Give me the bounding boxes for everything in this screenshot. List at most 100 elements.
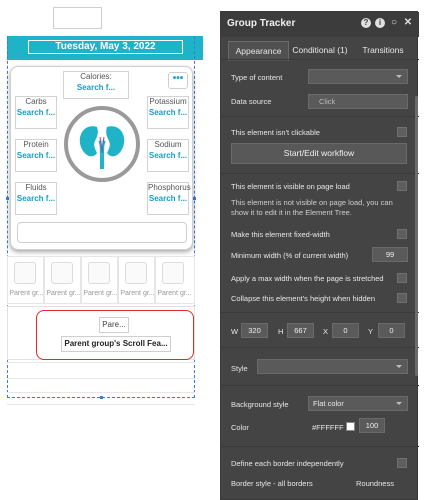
close-icon[interactable]: ✕ [403,18,413,28]
roundness-label: Roundness [356,479,394,488]
repeating-group-cell[interactable]: Parent gr... [118,256,155,304]
info-icon[interactable]: i [375,18,385,28]
color-opacity-input[interactable]: 100 [359,418,385,433]
x-input[interactable]: 0 [332,323,359,338]
protein-value[interactable]: Search f... [16,150,56,161]
carbs-stat[interactable]: Carbs Search f... [15,96,57,129]
min-width-input[interactable]: 99 [372,247,408,262]
image-placeholder [14,262,36,284]
not-clickable-label: This element isn't clickable [231,128,320,137]
scroll-section[interactable]: Pare... Parent group's Scroll Fea... [7,306,195,360]
repeating-group-cell[interactable]: Parent gr... [7,256,44,304]
type-of-content-dropdown[interactable] [308,69,408,84]
background-style-dropdown[interactable]: Flat color [308,396,408,411]
tracker-card[interactable]: Calories: Search f... ••• Carbs Search f… [10,66,193,250]
divider [221,385,419,386]
fluids-value[interactable]: Search f... [16,193,56,204]
height-input[interactable]: 667 [287,323,314,338]
protein-stat[interactable]: Protein Search f... [15,139,57,172]
divider [221,116,419,117]
calories-value[interactable]: Search f... [64,82,128,93]
repeating-group-cell[interactable]: Parent gr... [81,256,118,304]
style-dropdown[interactable] [257,359,408,374]
cell-label: Parent gr... [120,290,155,297]
chevron-down-icon [396,402,402,405]
visibility-note: This element is not visible on page load… [231,198,393,217]
divider [221,59,419,60]
y-label: Y [368,327,374,336]
divider [221,347,419,348]
repeating-group-cell[interactable]: Parent gr... [44,256,81,304]
image-placeholder [125,262,147,284]
scroll-feature-group[interactable]: Pare... Parent group's Scroll Fea... [36,310,194,360]
help-icon[interactable]: ? [361,18,371,28]
cell-label: Parent gr... [46,290,81,297]
potassium-value[interactable]: Search f... [148,107,188,118]
panel-tabs: Appearance Conditional (1) Transitions [221,39,419,61]
data-source-placeholder: Click [319,97,336,106]
image-placeholder [88,262,110,284]
header-placeholder-box[interactable] [53,7,102,29]
data-source-field[interactable]: Click [308,94,408,109]
divider [7,404,195,405]
carbs-label: Carbs [25,97,47,106]
fixed-width-label: Make this element fixed-width [231,230,330,239]
color-swatch[interactable] [346,422,355,431]
panel-header[interactable]: Group Tracker ? i ○ ✕ [221,12,419,37]
card-text-input[interactable] [17,222,187,243]
kidney-icon [64,106,140,182]
divider [221,312,419,313]
visible-on-load-label: This element is visible on page load [231,182,350,191]
sodium-value[interactable]: Search f... [148,150,188,161]
divider [221,173,419,174]
resize-handle-left[interactable] [6,197,9,200]
divider [7,392,195,393]
collapse-height-label: Collapse this element's height when hidd… [231,294,376,303]
property-editor-panel: Group Tracker ? i ○ ✕ Appearance Conditi… [220,11,419,500]
image-placeholder [162,262,184,284]
not-clickable-checkbox[interactable] [397,127,407,137]
max-width-checkbox[interactable] [397,273,407,283]
border-independent-label: Define each border independently [231,459,344,468]
y-input[interactable]: 0 [378,323,405,338]
potassium-label: Potassium [149,97,187,106]
panel-title: Group Tracker [227,18,296,29]
fixed-width-checkbox[interactable] [397,229,407,239]
panel-scrollbar[interactable] [415,96,418,376]
potassium-stat[interactable]: Potassium Search f... [147,96,189,129]
max-width-label: Apply a max width when the page is stret… [231,274,384,283]
width-input[interactable]: 320 [241,323,268,338]
resize-handle-right[interactable] [193,197,196,200]
sodium-label: Sodium [154,140,182,149]
width-label: W [231,327,239,336]
editor-canvas: Tuesday, May 3, 2022 Calories: Search f.… [0,0,220,500]
cell-label: Parent gr... [83,290,118,297]
phosphorus-stat[interactable]: Phosphorus Search f... [147,182,191,215]
scroll-feature-label[interactable]: Parent group's Scroll Fea... [61,336,171,352]
tab-conditional[interactable]: Conditional (1) [289,41,351,61]
carbs-value[interactable]: Search f... [16,107,56,118]
divider [7,362,195,363]
cell-label: Parent gr... [157,290,192,297]
collapse-height-checkbox[interactable] [397,293,407,303]
background-style-value: Flat color [313,399,344,408]
phosphorus-value[interactable]: Search f... [148,193,188,204]
divider [7,378,195,379]
more-options-button[interactable]: ••• [168,72,188,89]
sodium-stat[interactable]: Sodium Search f... [147,139,189,172]
tab-appearance[interactable]: Appearance [228,41,289,61]
image-placeholder [51,262,73,284]
divider [221,446,419,447]
repeating-group-cell[interactable]: Parent gr... [155,256,195,304]
fluids-label: Fluids [25,183,47,192]
chevron-down-icon [396,75,402,78]
parent-text-box[interactable]: Pare... [99,317,129,333]
visible-on-load-checkbox[interactable] [397,181,407,191]
border-independent-checkbox[interactable] [397,458,407,468]
start-edit-workflow-button[interactable]: Start/Edit workflow [231,143,407,164]
comment-icon[interactable]: ○ [389,18,399,28]
repeating-group[interactable]: Parent gr... Parent gr... Parent gr... P… [7,256,195,304]
calories-stat[interactable]: Calories: Search f... [63,71,129,99]
fluids-stat[interactable]: Fluids Search f... [15,182,57,215]
tab-transitions[interactable]: Transitions [352,41,414,61]
